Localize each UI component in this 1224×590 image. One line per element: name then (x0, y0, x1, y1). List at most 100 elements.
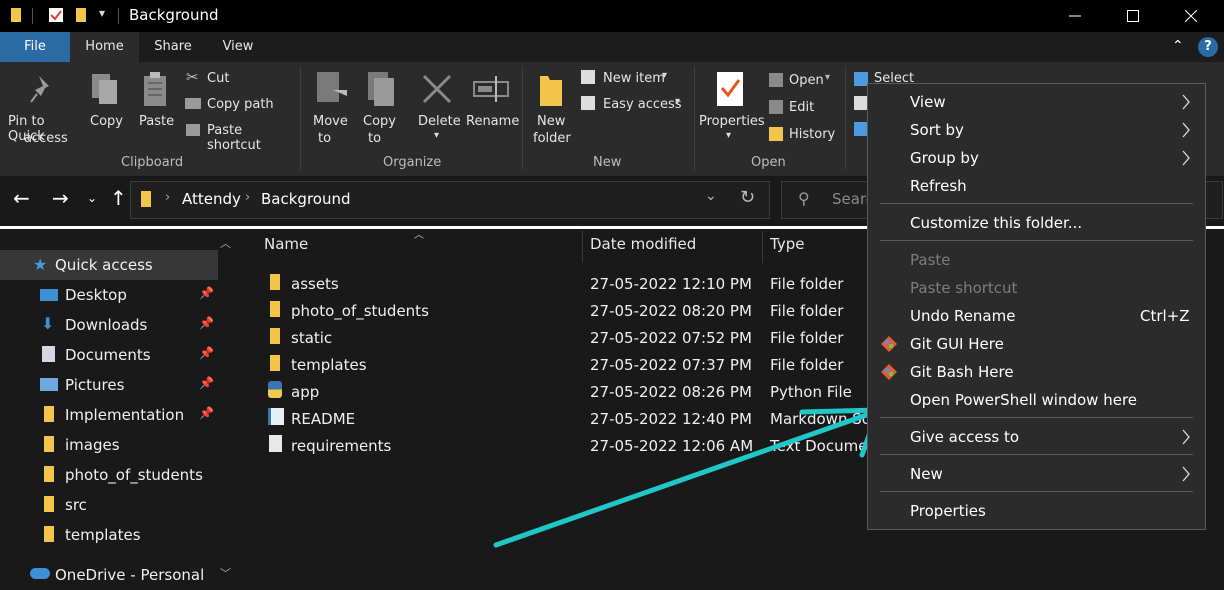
column-header-type[interactable]: Type (770, 235, 804, 253)
up-arrow-icon[interactable]: ↑ (110, 186, 127, 210)
file-date: 27-05-2022 08:20 PM (590, 302, 752, 320)
breadcrumb-background[interactable]: Background (261, 190, 351, 208)
tab-share[interactable]: Share (139, 32, 207, 62)
tab-home[interactable]: Home (70, 32, 139, 62)
file-name: README (291, 410, 356, 428)
sidebar-item-photo-of-students[interactable]: photo_of_students (0, 460, 218, 490)
tab-file[interactable]: File (0, 32, 70, 62)
sidebar-item-documents[interactable]: Documents 📌 (0, 340, 218, 370)
file-name: requirements (291, 437, 392, 455)
new-item-icon (581, 70, 595, 84)
history-button[interactable]: History (768, 124, 840, 146)
menu-item-group-by[interactable]: Group by (868, 144, 1205, 172)
menu-item-undo-rename[interactable]: Undo Rename Ctrl+Z (868, 302, 1205, 330)
move-to-button[interactable]: Move to (309, 68, 353, 152)
sidebar-item-desktop[interactable]: Desktop 📌 (0, 280, 218, 310)
pin-icon[interactable]: 📌 (199, 406, 214, 420)
menu-item-sort-by[interactable]: Sort by (868, 116, 1205, 144)
paste-button[interactable]: Paste (136, 68, 176, 152)
tab-view[interactable]: View (207, 32, 269, 62)
table-row[interactable]: photo_of_students 27-05-2022 08:20 PM Fi… (262, 297, 962, 324)
menu-item-git-gui[interactable]: Git GUI Here (868, 330, 1205, 358)
copy-path-button[interactable]: Copy path (184, 94, 284, 116)
menu-item-customize-folder[interactable]: Customize this folder... (868, 209, 1205, 237)
breadcrumb-attendy[interactable]: Attendy (182, 190, 241, 208)
pin-icon[interactable]: 📌 (199, 346, 214, 360)
menu-item-give-access[interactable]: Give access to (868, 423, 1205, 451)
copy-button[interactable]: Copy (86, 68, 126, 152)
nav-scroll-down-icon[interactable]: ﹀ (220, 565, 231, 581)
column-divider[interactable] (762, 231, 763, 263)
customize-quick-access-icon[interactable]: ▾ (99, 6, 105, 20)
new-folder-button[interactable]: New folder (530, 68, 574, 152)
table-row[interactable]: templates 27-05-2022 07:37 PM File folde… (262, 351, 962, 378)
menu-item-label: Refresh (910, 177, 967, 195)
menu-item-open-powershell[interactable]: Open PowerShell window here (868, 386, 1205, 414)
address-dropdown-icon[interactable]: ⌄ (705, 188, 717, 204)
sidebar-item-pictures[interactable]: Pictures 📌 (0, 370, 218, 400)
select-none-icon[interactable] (854, 96, 868, 110)
pin-to-quick-access-button[interactable]: Pin to Quick access (4, 68, 82, 152)
sidebar-item-src[interactable]: src (0, 490, 218, 520)
table-row[interactable]: assets 27-05-2022 12:10 PM File folder (262, 270, 962, 297)
menu-item-label: View (910, 93, 946, 111)
refresh-icon[interactable]: ↻ (740, 187, 755, 208)
new-item-label: New item (603, 71, 665, 86)
menu-item-label: Undo Rename (910, 307, 1016, 325)
help-icon[interactable]: ? (1198, 37, 1218, 57)
pin-icon[interactable]: 📌 (199, 286, 214, 300)
new-folder-icon[interactable] (75, 7, 87, 23)
folder-icon (270, 301, 280, 317)
cut-button[interactable]: ✂ Cut (184, 68, 284, 90)
chevron-down-icon: ▾ (726, 130, 732, 141)
recent-locations-chevron-icon[interactable]: ⌄ (87, 191, 97, 205)
back-arrow-icon[interactable]: ← (13, 186, 30, 210)
properties-button[interactable]: Properties ▾ (697, 68, 765, 152)
menu-item-new[interactable]: New (868, 460, 1205, 488)
pin-icon[interactable]: 📌 (199, 316, 214, 330)
sidebar-item-implementation[interactable]: Implementation 📌 (0, 400, 218, 430)
invert-selection-icon[interactable] (854, 122, 868, 136)
copy-to-icon (368, 72, 394, 106)
edit-button[interactable]: Edit (768, 97, 828, 119)
sidebar-item-downloads[interactable]: ⬇ Downloads 📌 (0, 310, 218, 340)
cut-label: Cut (207, 71, 230, 86)
column-header-date-modified[interactable]: Date modified (590, 235, 696, 253)
sidebar-item-quick-access[interactable]: ★ Quick access (0, 250, 218, 280)
sidebar-item-templates[interactable]: templates (0, 520, 218, 550)
column-divider[interactable] (582, 231, 583, 263)
menu-item-properties[interactable]: Properties (868, 497, 1205, 525)
forward-arrow-icon[interactable]: → (52, 186, 69, 210)
menu-item-label: Paste (910, 251, 951, 269)
ribbon-separator (694, 66, 695, 170)
maximize-button[interactable] (1104, 0, 1162, 32)
column-header-name[interactable]: Name (264, 235, 308, 253)
address-bar[interactable]: › Attendy › Background ⌄ ↻ (130, 181, 770, 219)
nav-scrollbar[interactable] (218, 249, 240, 559)
history-icon (769, 127, 783, 141)
open-button[interactable]: Open ▾ (768, 70, 840, 92)
collapse-ribbon-icon[interactable]: ⌃ (1172, 38, 1184, 54)
rename-icon (473, 76, 509, 102)
open-label: Open (789, 73, 824, 88)
sidebar-item-images[interactable]: images (0, 430, 218, 460)
copy-icon (92, 74, 117, 104)
rename-button[interactable]: Rename (464, 68, 520, 152)
easy-access-button[interactable]: Easy access ▾ (579, 94, 689, 116)
paste-shortcut-button[interactable]: Paste shortcut (184, 120, 294, 153)
copy-to-button[interactable]: Copy to (360, 68, 404, 152)
menu-item-refresh[interactable]: Refresh (868, 172, 1205, 200)
cloud-icon (30, 568, 50, 579)
properties-check-icon[interactable] (48, 7, 64, 23)
breadcrumb-separator-icon: › (165, 190, 171, 205)
minimize-button[interactable] (1046, 0, 1104, 32)
close-button[interactable] (1162, 0, 1220, 32)
new-item-button[interactable]: New item ▾ (579, 68, 679, 90)
menu-item-git-bash[interactable]: Git Bash Here (868, 358, 1205, 386)
delete-button[interactable]: Delete ▾ (414, 68, 462, 152)
file-name: static (291, 329, 333, 347)
pin-icon[interactable]: 📌 (199, 376, 214, 390)
file-type: File folder (770, 302, 844, 320)
table-row[interactable]: static 27-05-2022 07:52 PM File folder (262, 324, 962, 351)
menu-item-view[interactable]: View (868, 88, 1205, 116)
